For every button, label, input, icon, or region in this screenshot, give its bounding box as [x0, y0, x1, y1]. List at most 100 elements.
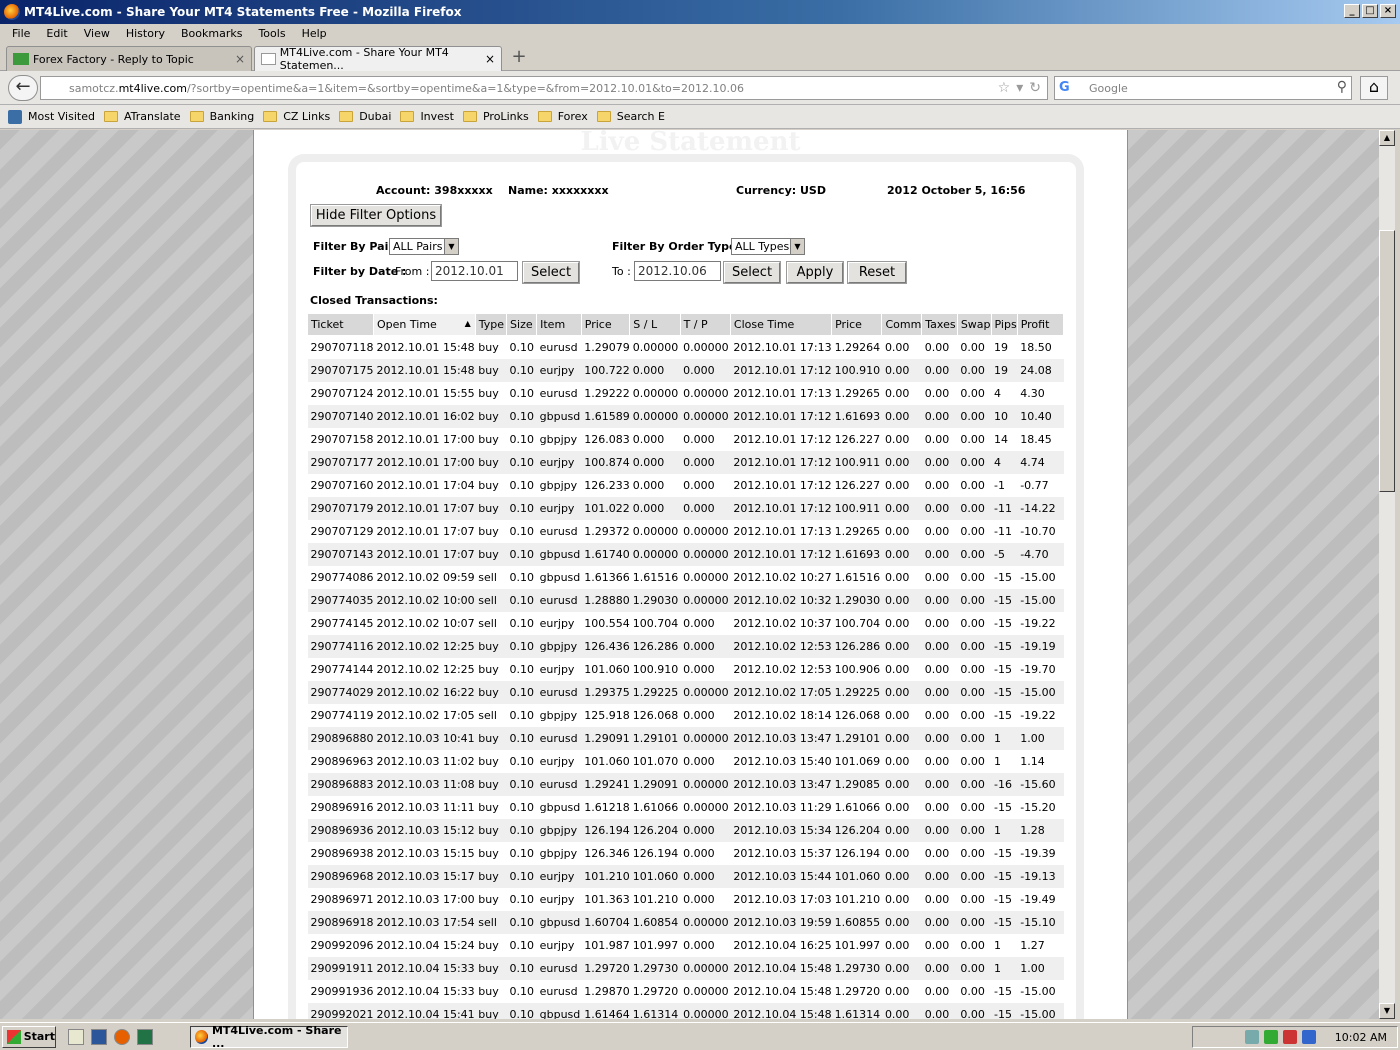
maximize-button[interactable]: □ — [1362, 4, 1378, 18]
tab-forex-factory[interactable]: Forex Factory - Reply to Topic × — [6, 46, 252, 71]
security-icon[interactable] — [1263, 1030, 1278, 1044]
column-header[interactable]: Item — [536, 313, 582, 336]
table-row: 290992096 2012.10.04 15:24 buy 0.10 eurjpy 10… — [308, 934, 1064, 957]
bookmark-folder-search-e[interactable]: Search E — [596, 110, 665, 123]
start-button[interactable]: Start — [2, 1025, 56, 1048]
menu-edit[interactable]: Edit — [38, 27, 75, 40]
bookmark-folder-prolinks[interactable]: ProLinks — [462, 110, 529, 123]
url-bar[interactable]: samotcz. mt4live.com/?sortby=opentime&a=1… — [40, 76, 1048, 100]
tab-close-icon[interactable]: × — [485, 52, 495, 66]
table-cell: 0.00 — [881, 588, 922, 612]
table-cell: buy — [478, 846, 499, 860]
column-header[interactable]: Size — [506, 313, 538, 336]
word-icon[interactable] — [91, 1028, 107, 1045]
taskbar-firefox-window[interactable]: MT4Live.com - Share ... — [190, 1024, 348, 1050]
tab-close-icon[interactable]: × — [235, 52, 245, 66]
column-header[interactable]: Swap — [956, 313, 992, 336]
column-header[interactable]: Close Time — [729, 313, 833, 336]
column-header[interactable]: Taxes — [921, 313, 958, 336]
scroll-thumb[interactable] — [1379, 230, 1395, 492]
home-button[interactable]: ⌂ — [1360, 76, 1388, 100]
table-cell: 14 — [994, 432, 1009, 446]
to-select-button[interactable]: Select — [724, 262, 780, 283]
table-cell: 2012.10.04 15:41 — [373, 1002, 476, 1019]
table-cell: 1.60704 — [581, 910, 630, 934]
menu-bookmarks[interactable]: Bookmarks — [173, 27, 250, 40]
column-header[interactable]: Profit — [1016, 313, 1065, 336]
table-cell: 0.00 — [921, 634, 958, 658]
excel-icon[interactable] — [137, 1028, 153, 1045]
table-cell: 1.29101 — [629, 726, 681, 750]
network-icon[interactable] — [1244, 1030, 1259, 1044]
volume-icon[interactable] — [1301, 1030, 1316, 1044]
table-cell: -15.00 — [1017, 680, 1064, 704]
menu-tools[interactable]: Tools — [250, 27, 293, 40]
table-cell: 1.61693 — [831, 404, 882, 428]
bookmark-folder-invest[interactable]: Invest — [400, 110, 454, 123]
filter-pair-select[interactable]: ALL Pairs ▼ — [389, 238, 459, 255]
bookmark-folder-forex[interactable]: Forex — [537, 110, 588, 123]
table-cell: eurusd — [539, 340, 578, 354]
vertical-scrollbar[interactable]: ▲ ▼ — [1379, 130, 1395, 1019]
close-window-button[interactable]: × — [1380, 4, 1396, 18]
firefox-quicklaunch-icon[interactable] — [114, 1028, 130, 1045]
bookmark-star-icon[interactable]: ☆ — [998, 80, 1011, 96]
app-tray-icon[interactable] — [1282, 1030, 1297, 1044]
table-cell: 2012.10.04 15:33 — [373, 956, 476, 980]
bookmark-folder-cz-links[interactable]: CZ Links — [263, 110, 330, 123]
filter-type-select[interactable]: ALL Types ▼ — [731, 238, 805, 255]
table-cell: 1.61218 — [584, 800, 630, 814]
table-cell: 0.00 — [960, 892, 985, 906]
minimize-button[interactable]: _ — [1344, 4, 1360, 18]
hide-filter-options-button[interactable]: Hide Filter Options — [311, 205, 441, 226]
table-cell: 126.204 — [831, 818, 882, 842]
scroll-up-arrow-icon[interactable]: ▲ — [1379, 130, 1395, 146]
search-icon[interactable]: ⚲ — [1337, 79, 1347, 95]
column-header[interactable]: Type — [474, 313, 508, 336]
to-date-input[interactable]: 2012.10.06 — [634, 261, 721, 281]
column-header[interactable]: Open Time ▲ — [373, 313, 476, 336]
bookmark-most-visited[interactable]: Most Visited — [8, 109, 95, 124]
column-header[interactable]: T / P — [679, 313, 731, 336]
page-content-column: Live Statement Account: 398xxxxx Name: x… — [253, 130, 1128, 1019]
column-header[interactable]: Pips — [990, 313, 1018, 336]
table-cell: gbpjpy — [536, 818, 582, 842]
table-cell: 1.61740 — [581, 542, 630, 566]
scroll-down-arrow-icon[interactable]: ▼ — [1379, 1003, 1395, 1019]
menu-view[interactable]: View — [76, 27, 118, 40]
menu-file[interactable]: File — [4, 27, 38, 40]
table-cell: 0.000 — [680, 450, 731, 474]
column-header[interactable]: S / L — [629, 313, 681, 336]
column-header[interactable]: Comm — [881, 313, 923, 336]
show-desktop-icon[interactable] — [68, 1028, 84, 1045]
column-header[interactable]: Price — [580, 313, 631, 336]
menu-help[interactable]: Help — [294, 27, 335, 40]
apply-button[interactable]: Apply — [787, 262, 843, 283]
table-cell: 0.00 — [960, 524, 985, 538]
table-cell: 0.00 — [960, 478, 985, 492]
table-cell: 0.000 — [683, 754, 715, 768]
column-header[interactable]: Price — [831, 313, 883, 336]
table-cell: 290896883 — [307, 772, 374, 796]
reload-icon[interactable]: ↻ — [1029, 80, 1041, 96]
search-box[interactable]: G Google ⚲ — [1054, 76, 1352, 100]
table-cell: 2012.10.01 17:12 — [733, 478, 832, 492]
menu-history[interactable]: History — [118, 27, 173, 40]
column-header[interactable]: Ticket — [307, 313, 374, 336]
table-cell: 1.29375 — [581, 680, 630, 704]
from-select-button[interactable]: Select — [523, 262, 579, 283]
bookmark-folder-atranslate[interactable]: ATranslate — [103, 110, 181, 123]
filter-pair-label: Filter By Pair: — [313, 240, 399, 253]
bookmark-folder-dubai[interactable]: Dubai — [339, 110, 391, 123]
table-cell: 0.00 — [884, 662, 910, 676]
from-date-input[interactable]: 2012.10.01 — [431, 261, 518, 281]
table-cell: 126.436 — [581, 634, 630, 658]
back-button[interactable]: ← — [8, 75, 38, 101]
new-tab-button[interactable]: + — [506, 47, 532, 69]
bookmark-folder-banking[interactable]: Banking — [189, 110, 254, 123]
table-cell: -15 — [994, 800, 1012, 814]
google-engine-icon[interactable]: G — [1059, 80, 1075, 96]
reset-button[interactable]: Reset — [848, 262, 906, 283]
tab-mt4live[interactable]: MT4Live.com - Share Your MT4 Statemen...… — [254, 46, 502, 72]
history-dropdown-icon[interactable]: ▾ — [1016, 80, 1023, 96]
